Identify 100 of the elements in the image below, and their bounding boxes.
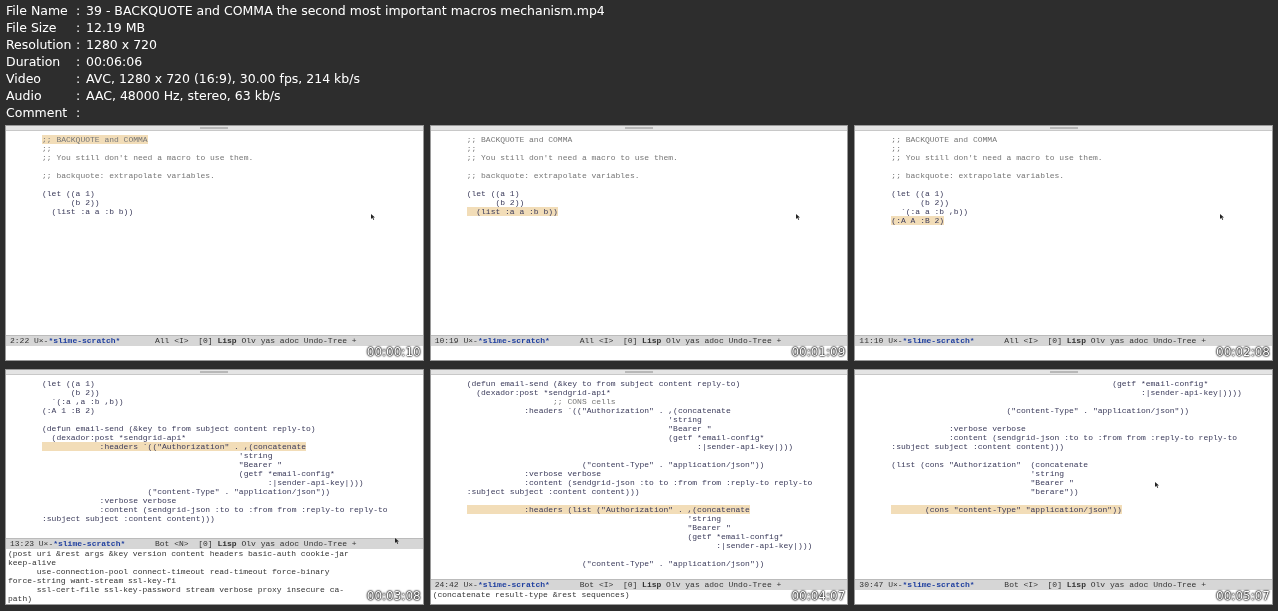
mouse-pointer-icon [1155,482,1160,488]
code-line: :subject subject :content content))) [466,487,640,496]
mode-list: Bot <N> [0] Lisp Olv yas adoc Undo-Tree + [155,538,357,550]
mouse-pointer-icon [395,538,399,544]
code-line: "Bearer " [667,424,712,433]
code-line: (b 2)) [69,388,100,397]
code-line: (b 2)) [69,198,100,207]
code-line: (dexador:post *sendgrid-api* [475,388,611,397]
info-label: Video [6,70,43,89]
info-label: Comment [6,104,69,123]
code-line: :content (sendgrid-json :to to :from from :reply-to reply-to [523,478,813,487]
buffer-name: *slime-scratch* [902,335,975,347]
code-line: ;; CONS cells [552,397,616,406]
info-separator: : [76,19,82,38]
code-line: :subject subject :content content))) [891,442,1065,451]
code-line: 'string [686,514,722,523]
info-label: Duration [6,53,62,72]
mode-list: All <I> [0] Lisp Olv yas adoc Undo-Tree + [1004,335,1206,347]
mouse-pointer-icon [1220,214,1225,220]
code-line: ("content-Type" . "application/json")) [146,487,331,496]
timestamp: 00:02:08 [1216,346,1270,358]
code-line: ;; backquote: extrapolate variables. [466,171,640,180]
code-line: (defun email-send (&key to from subject content reply-to) [466,379,741,388]
info-label: Resolution [6,36,73,55]
mouse-pointer-icon [795,214,800,220]
code-line: "berare")) [1029,487,1079,496]
code-line: ;; You still don't need a macro to use them. [466,153,678,162]
code-line: ;; backquote: extrapolate variables. [891,171,1065,180]
code-line: ;; BACKQUOTE and COMMA [466,135,573,144]
cursor-position: 11:10 U×- [859,335,903,347]
code-line: 'string [237,451,273,460]
info-label: File Name [6,2,69,21]
code-line: :|sender-api-key|)))) [1139,388,1242,397]
code-line: ;; backquote: extrapolate variables. [42,171,215,180]
info-value: 12.19 MB [86,19,146,38]
code-line: ("content-Type" . "application/json")) [580,559,765,568]
mode-list: All <I> [0] Lisp Olv yas adoc Undo-Tree + [579,335,782,347]
code-line: (getf *email-config* [667,433,765,442]
code-line: (getf *email-config* [686,532,784,541]
code-line: :verbose verbose [523,469,602,478]
cursor-position: 24:42 U×- [434,579,478,591]
info-value: 00:06:06 [86,53,143,72]
info-separator: : [76,53,82,72]
code-line: :headers `(("Authorization" . ,(concatenate [523,406,731,415]
cursor-position: 2:22 U×- [10,335,49,347]
code-line: (b 2)) [919,198,949,207]
code-line: (let ((a 1) [42,189,95,198]
code-line: (let ((a 1) [466,189,520,198]
code-line: :|sender-api-key|))) [696,442,794,451]
code-line: "Bearer " [1029,478,1074,487]
code-line: `(:a ,a :b ,b)) [50,397,124,406]
code-line: ;; You still don't need a macro to use them. [891,153,1103,162]
info-separator: : [76,70,82,89]
code-line: (getf *email-config* [237,469,335,478]
code-line: `(:a a :b ,b)) [899,207,969,216]
mode-list: Bot <I> [0] Lisp Olv yas adoc Undo-Tree + [1004,579,1206,591]
code-line: :|sender-api-key|))) [715,541,813,550]
echo-line: ssl-cert-file ssl-key-password stream verbose proxy insecure ca-path) [8,585,346,603]
info-separator: : [76,104,82,123]
info-separator: : [76,2,82,21]
buffer-name: *slime-scratch* [53,538,126,550]
timestamp: 00:05:07 [1216,590,1270,602]
code-line: (:A 1 :B 2) [42,406,95,415]
buffer-name: *slime-scratch* [477,579,550,591]
code-line: :verbose verbose [98,496,177,505]
code-line: 'string [667,415,702,424]
code-line: :subject subject :content content))) [42,514,215,523]
code-line: ("content-Type" . "application/json")) [1005,406,1189,415]
code-line: (dexador:post *sendgrid-api* [50,433,187,442]
code-line: ;; You still don't need a macro to use them. [42,153,254,162]
code-line: ;; [466,144,477,153]
timestamp: 00:01:09 [791,346,846,358]
info-value: AAC, 48000 Hz, stereo, 63 kb/s [86,87,281,106]
code-line: ;; [42,144,52,153]
code-line: (let ((a 1) [42,379,95,388]
code-line: ;; BACKQUOTE and COMMA [891,135,997,144]
buffer-name: *slime-scratch* [48,335,121,347]
timestamp: 00:00:10 [366,346,421,358]
code-line: (let ((a 1) [891,189,945,198]
code-line: :content (sendgrid-json :to to :from from :reply-to reply-to [98,505,388,514]
cursor-position: 30:47 U×- [859,579,903,591]
mode-list: All <I> [0] Lisp Olv yas adoc Undo-Tree + [155,335,357,347]
buffer-name: *slime-scratch* [477,335,550,347]
code-line: ;; [891,144,901,153]
code-line: "Bearer " [686,523,731,532]
code-line: ("content-Type" . "application/json")) [580,460,765,469]
code-line: :content (sendgrid-json :to to :from from :reply-to reply-to [947,433,1237,442]
echo-line: (concatenate result-type &rest sequences) [432,590,631,599]
code-line: :|sender-api-key|))) [266,478,364,487]
buffer-name: *slime-scratch* [902,579,975,591]
info-separator: : [76,87,82,106]
info-value: 1280 x 720 [86,36,157,55]
info-label: Audio [6,87,43,106]
cursor-position: 13:23 U×- [10,538,54,550]
code-line: (defun email-send (&key to from subject content reply-to) [42,424,316,433]
mode-list: Bot <I> [0] Lisp Olv yas adoc Undo-Tree + [579,579,782,591]
code-line: (list :a a :b b)) [50,207,134,216]
info-value: AVC, 1280 x 720 (16:9), 30.00 fps, 214 kb/s [86,70,361,89]
timestamp: 00:04:07 [791,590,846,602]
mouse-pointer-icon [371,214,375,220]
